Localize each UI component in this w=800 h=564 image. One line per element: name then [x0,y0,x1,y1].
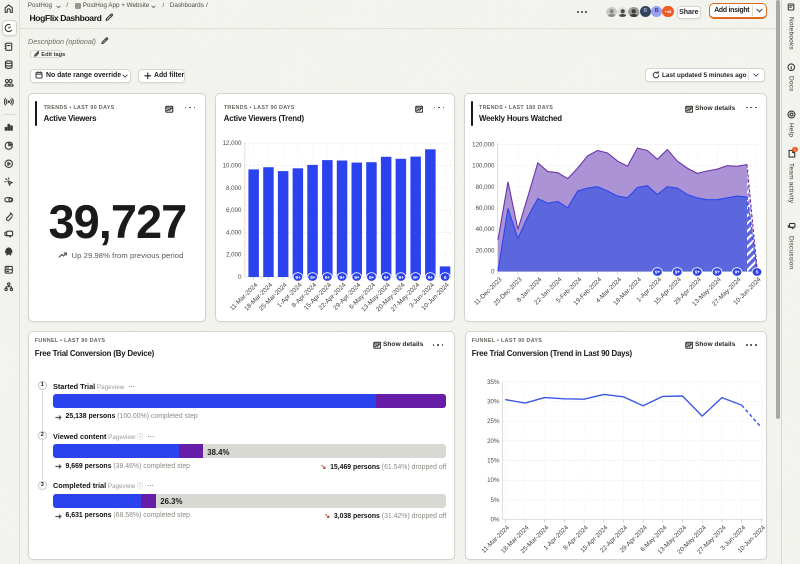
svg-text:30%: 30% [487,399,500,406]
svg-text:6,000: 6,000 [226,207,242,214]
svg-text:9+: 9+ [428,275,433,281]
svg-text:9+: 9+ [384,275,389,281]
svg-text:25%: 25% [487,418,500,425]
svg-text:0: 0 [491,269,495,276]
svg-text:9+: 9+ [325,275,330,281]
svg-text:9+: 9+ [735,269,740,275]
svg-text:8,000: 8,000 [226,185,242,192]
svg-text:20,000: 20,000 [476,247,495,254]
svg-text:15%: 15% [487,458,500,465]
svg-text:20%: 20% [487,438,500,445]
svg-text:9+: 9+ [354,275,359,281]
svg-text:2,000: 2,000 [226,252,242,259]
svg-text:10%: 10% [487,477,500,484]
svg-text:12,000: 12,000 [223,140,242,147]
svg-text:9+: 9+ [675,269,680,275]
svg-text:60,000: 60,000 [476,205,495,212]
svg-text:0: 0 [238,274,242,281]
svg-text:0%: 0% [491,517,500,524]
svg-text:9+: 9+ [369,275,374,281]
svg-text:9+: 9+ [715,269,720,275]
svg-text:9+: 9+ [655,269,660,275]
svg-text:9+: 9+ [398,275,403,281]
svg-text:10,000: 10,000 [223,163,242,170]
svg-text:5%: 5% [491,497,500,504]
svg-text:35%: 35% [487,379,500,386]
svg-text:9+: 9+ [310,275,315,281]
svg-text:9+: 9+ [695,269,700,275]
svg-text:120,000: 120,000 [472,142,495,149]
svg-text:9+: 9+ [340,275,345,281]
svg-text:9+: 9+ [295,275,300,281]
svg-text:9+: 9+ [413,275,418,281]
svg-text:40,000: 40,000 [476,226,495,233]
svg-text:100,000: 100,000 [472,163,495,170]
svg-text:80,000: 80,000 [476,184,495,191]
svg-text:4,000: 4,000 [226,229,242,236]
